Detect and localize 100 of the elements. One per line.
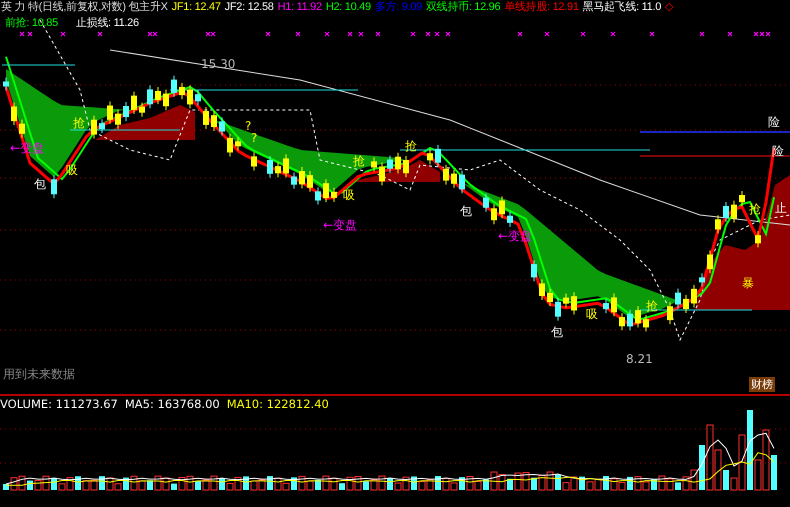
- signal-label: 吸: [586, 307, 598, 321]
- candlestick: [115, 109, 121, 130]
- volume-reading: MA5: 163768.00: [124, 397, 220, 411]
- candlestick: [3, 77, 9, 91]
- candlestick: [299, 166, 305, 189]
- candlestick: [147, 84, 153, 109]
- candlestick: [739, 190, 745, 207]
- candlestick: [283, 154, 289, 178]
- candlestick: [171, 75, 177, 98]
- candlestick: [275, 162, 281, 178]
- indicator-value: 前抢: 10.85: [5, 16, 58, 31]
- candlestick: [603, 298, 609, 314]
- low-price-label: 8.21: [626, 352, 653, 366]
- candlestick: [11, 102, 17, 126]
- signal-label: 包: [34, 177, 46, 191]
- indicator-value: 多方: 9.09: [374, 0, 422, 15]
- indicator-value: 黑马起飞线: 11.0: [582, 0, 662, 15]
- candlestick: [619, 312, 625, 331]
- candlestick: [403, 155, 409, 178]
- signal-label: 吸: [343, 188, 355, 202]
- candlestick: [531, 260, 537, 282]
- volume-reading: VOLUME: 111273.67: [0, 397, 118, 411]
- candlestick: [451, 169, 457, 188]
- candlestick: [707, 250, 713, 274]
- indicator-value: JF1: 12.47: [172, 0, 221, 15]
- candlestick: [395, 152, 401, 174]
- indicator-value: JF2: 12.58: [224, 0, 274, 15]
- candlestick: [563, 293, 569, 308]
- candlestick: [123, 102, 129, 122]
- candlestick: [443, 164, 449, 186]
- candlestick: [139, 102, 145, 118]
- signal-label: 抢: [646, 299, 658, 313]
- candlestick: [723, 202, 729, 222]
- candlestick: [539, 278, 545, 300]
- candlestick: [611, 292, 617, 317]
- signal-label: ←变盘: [323, 218, 358, 232]
- candlestick: [179, 82, 185, 100]
- candlestick: [731, 200, 737, 223]
- candlestick: [19, 119, 25, 138]
- signal-label: 包: [460, 204, 472, 218]
- candlestick: [507, 211, 513, 228]
- candlestick: [483, 193, 489, 212]
- candlestick: [99, 118, 105, 134]
- candlestick: [387, 155, 393, 174]
- ranking-badge: 财榜: [749, 377, 775, 392]
- candlestick: [379, 162, 385, 186]
- candlestick: [627, 309, 633, 331]
- candlestick: [635, 306, 641, 328]
- indicator-value: 单线持股: 12.91: [504, 0, 579, 15]
- candlestick: [203, 106, 209, 130]
- indicator-value: 双线持币: 12.96: [426, 0, 500, 15]
- candlestick: [683, 294, 689, 314]
- candlestick: [331, 187, 337, 202]
- candlestick: [315, 186, 321, 206]
- candlestick: [131, 91, 137, 114]
- indicator-value: H2: 10.49: [326, 0, 371, 15]
- candlestick: [755, 230, 761, 248]
- candlestick: [435, 144, 441, 168]
- candlestick: [227, 133, 233, 157]
- signal-label: 包: [551, 325, 563, 339]
- candlestick: [163, 89, 169, 111]
- candlestick: [699, 272, 705, 287]
- candlestick: [667, 302, 673, 325]
- candlestick: [491, 204, 497, 225]
- candlestick: [555, 297, 561, 322]
- candlestick: [715, 214, 721, 234]
- candlestick: [187, 84, 193, 109]
- signal-label: 暴: [742, 276, 754, 290]
- candlestick: [307, 170, 313, 192]
- end-mark: ◇: [665, 0, 673, 15]
- indicator-value: H1: 11.92: [278, 0, 322, 15]
- signal-label: 险: [768, 115, 780, 129]
- signal-label: 抢: [353, 154, 365, 168]
- signal-label: 抢: [405, 139, 417, 153]
- signal-label: ?: [251, 131, 258, 145]
- warning-note: 用到未来数据: [3, 367, 75, 381]
- candlestick: [51, 174, 57, 199]
- candlestick: [291, 172, 297, 190]
- candlestick: [195, 90, 201, 106]
- candlestick: [235, 136, 241, 151]
- candlestick: [323, 178, 329, 203]
- candlestick: [643, 314, 649, 332]
- candlestick: [427, 148, 433, 165]
- candlestick: [211, 110, 217, 132]
- candlestick: [459, 170, 465, 194]
- candlestick: [107, 101, 113, 124]
- candlestick: [155, 86, 161, 105]
- signal-label: 止: [775, 201, 787, 215]
- candlestick: [91, 115, 97, 140]
- candlestick: [251, 152, 257, 171]
- candlestick: [571, 292, 577, 315]
- signal-label: ?: [245, 119, 252, 133]
- volume-reading: MA10: 122812.40: [226, 397, 329, 411]
- candlestick: [691, 284, 697, 308]
- indicator-value: 止损线: 11.26: [76, 16, 139, 31]
- signal-label: 抢: [73, 116, 85, 130]
- candlestick: [219, 116, 225, 136]
- chart-title: 英 力 特(日线,前复权,对数) 包主升X: [1, 0, 168, 15]
- signal-label: ←变盘: [10, 141, 44, 155]
- candlestick: [675, 288, 681, 309]
